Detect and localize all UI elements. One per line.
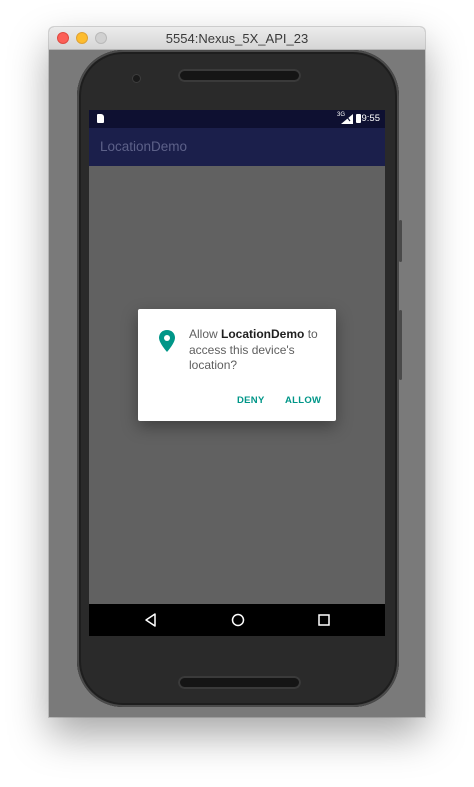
- power-button[interactable]: [399, 220, 402, 262]
- volume-button[interactable]: [399, 310, 402, 380]
- permission-dialog: Allow LocationDemo to access this device…: [138, 309, 336, 421]
- allow-button[interactable]: ALLOW: [285, 395, 321, 406]
- permission-message: Allow LocationDemo to access this device…: [189, 327, 324, 374]
- front-camera: [133, 75, 140, 82]
- battery-icon: [356, 114, 361, 123]
- message-prefix: Allow: [189, 327, 222, 341]
- window-title: 5554:Nexus_5X_API_23: [165, 31, 309, 46]
- back-icon[interactable]: [143, 612, 159, 628]
- navigation-bar: [89, 604, 385, 636]
- bottom-speaker: [178, 676, 301, 689]
- home-icon[interactable]: [230, 612, 246, 628]
- top-speaker: [178, 69, 301, 82]
- status-bar: 3G 9:55: [89, 110, 385, 128]
- emulator-window: 5554:Nexus_5X_API_23 3G 9:55 LocationDem…: [49, 27, 425, 717]
- recents-icon[interactable]: [316, 612, 332, 628]
- phone-frame: 3G 9:55 LocationDemo Allow LocationDemo …: [77, 50, 402, 707]
- deny-button[interactable]: DENY: [237, 395, 265, 406]
- message-app-name: LocationDemo: [221, 327, 305, 341]
- sd-card-icon: [97, 114, 104, 123]
- window-titlebar: 5554:Nexus_5X_API_23: [49, 27, 425, 50]
- app-bar: LocationDemo: [89, 128, 385, 166]
- location-pin-icon: [159, 330, 175, 352]
- signal-icon: [341, 114, 353, 124]
- device-screen: 3G 9:55 LocationDemo Allow LocationDemo …: [89, 110, 385, 636]
- app-title: LocationDemo: [100, 139, 188, 154]
- status-time: 9:55: [361, 113, 381, 124]
